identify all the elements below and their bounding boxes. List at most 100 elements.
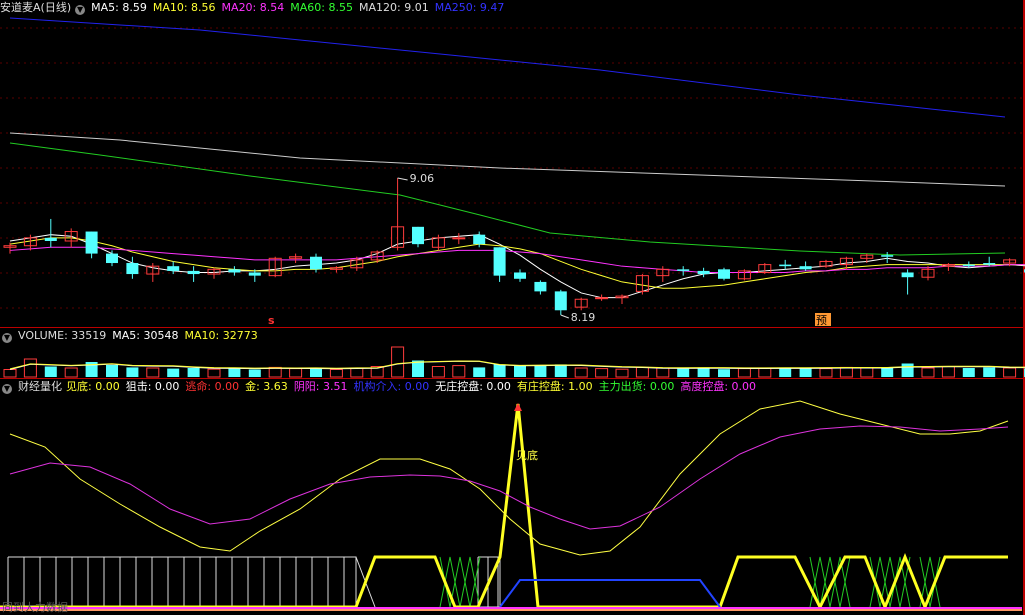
candle [799,261,812,271]
volume-bar [635,366,649,378]
volume-bar [228,368,241,377]
candle [228,266,241,276]
candle-body [677,269,690,271]
ma-legend-item-4: MA120: 9.01 [358,1,429,14]
indicator-legend-item-1: 狙击: 0.00 [125,380,180,393]
candle [167,261,180,275]
bottom-signal-label: 见底 [516,448,538,462]
volume-bar [656,367,670,378]
volume-bar [737,368,751,378]
volume-bar [187,368,200,377]
candle-body [473,234,486,245]
candle [106,250,118,267]
volume-bar [207,368,221,378]
volume-bar [677,368,690,377]
watermark: 同到大力数据 [2,601,68,614]
indicator-legend-item-2: 逃命: 0.00 [185,380,240,393]
high-pointer [397,177,408,181]
candlestick-chart[interactable]: 9.06 8.19 s 预 [0,0,1025,327]
volume-bar [391,346,405,378]
volume-bar [44,366,57,377]
volume-bar [881,368,894,377]
volume-bar [718,369,730,377]
candle [615,294,629,304]
volume-bar [779,368,792,377]
candle-body [412,226,424,245]
indicator-legend-item-9: 高度控盘: 0.00 [680,380,757,393]
volume-bar [3,369,17,378]
candle-body [310,256,322,270]
ma60-line [9,142,1006,256]
candle [962,261,975,268]
candle-body [554,291,567,311]
indicator-legend-item-4: 阴阳: 3.51 [293,380,348,393]
volume-bar [1003,367,1017,378]
candle [881,252,894,264]
candle [391,178,405,251]
candle-body [514,272,526,279]
main-exit-line [809,556,831,608]
volume-bar [941,366,955,378]
volume-panel[interactable]: ▼ VOLUME: 33519 MA5: 30548 MA10: 32773 [0,328,1025,378]
volume-bar [860,367,874,378]
candle [819,259,833,268]
indicator-legend-item-0: 见底: 0.00 [66,380,120,393]
controlled-line [0,403,1008,612]
volume-bar [799,368,812,377]
volume-legend: VOLUME: 33519 MA5: 30548 MA10: 32773 [18,329,264,342]
candle-body [534,281,547,292]
candle [207,267,221,279]
chevron-down-icon[interactable]: ▼ [2,384,12,394]
volume-bar [534,365,547,377]
volume-bar [554,364,567,377]
price-panel-header: 安道麦A(日线) ▼ MA5: 8.59 MA10: 8.56 MA20: 8.54 MA… [0,0,516,16]
candle [534,280,547,295]
candle-body [452,237,466,240]
indicator-panel[interactable]: ▼ 财经量化 见底: 0.00 狙击: 0.00 逃命: 0.00 金: 3.63 阴阳: … [0,379,1025,615]
candle [289,253,303,264]
volume-bar [758,367,772,378]
volume-bar [514,365,526,377]
ma-legend-item-0: MA5: 8.59 [91,1,147,14]
volume-bar [310,368,322,377]
main-exit-line [439,556,461,608]
candle [493,247,506,282]
ma20-line [9,246,1025,273]
volume-bar [493,364,506,377]
indicator-legend-item-5: 机构介入: 0.00 [353,380,430,393]
ma-legend-item-1: MA10: 8.56 [152,1,216,14]
bottom-arrow-icon [514,403,522,411]
candle [187,266,200,282]
chevron-down-icon[interactable]: ▼ [75,5,86,15]
chevron-down-icon[interactable]: ▼ [2,333,12,343]
candle-body [779,264,792,267]
indicator-legend-item-8: 主力出货: 0.00 [598,380,675,393]
candle [44,218,57,248]
indicator-panel-header: ▼ 财经量化 见底: 0.00 狙击: 0.00 逃命: 0.00 金: 3.63 阴阳: … [0,379,768,395]
volume-bar [248,369,261,377]
candle [697,267,710,278]
volume-bar [901,363,914,377]
ma-legend-item-5: MA250: 9.47 [434,1,505,14]
candle [85,231,98,259]
price-panel[interactable]: 安道麦A(日线) ▼ MA5: 8.59 MA10: 8.56 MA20: 8.54 MA… [0,0,1025,327]
high-price-label: 9.06 [410,172,435,185]
candle-body [228,269,241,273]
volume-bar [431,366,445,378]
ma-legend: MA5: 8.59 MA10: 8.56 MA20: 8.54 MA60: 8.55 M… [91,1,510,14]
volume-bar [921,367,935,378]
candle-body [248,272,261,276]
volume-bar [962,368,975,377]
indicator-chart[interactable]: 见底 [0,379,1025,615]
candle [554,289,567,315]
low-pointer [560,314,569,319]
volume-bar [167,368,180,377]
main-exit-line [459,556,481,608]
candle-body [962,264,975,267]
volume-bar [697,368,710,377]
ma10-line [9,237,1025,289]
ma-legend-item-2: MA20: 8.54 [221,1,285,14]
low-price-label: 8.19 [571,311,596,324]
volume-legend-item-1: MA5: 30548 [112,329,179,342]
candle-body [106,253,118,264]
